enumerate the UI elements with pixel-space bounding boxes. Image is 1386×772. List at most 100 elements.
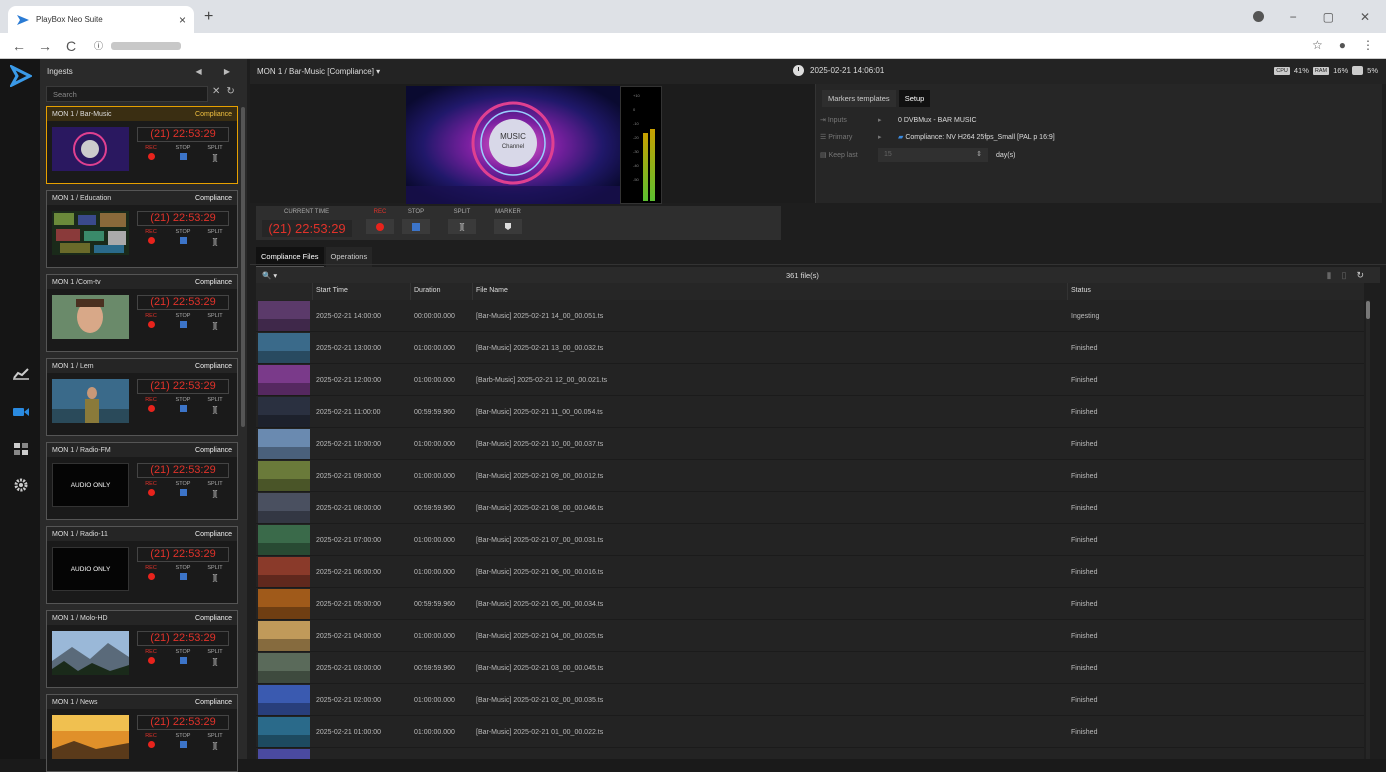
browser-tab[interactable]: PlayBox Neo Suite × [8,6,194,33]
ingest-card[interactable]: MON 1 / Lem Compliance (21) 22:53:29 REC … [46,358,238,436]
marker-button[interactable]: MARKER [492,209,524,234]
video-preview[interactable]: MUSIC Channel [406,86,620,204]
ingest-stop-button[interactable]: STOP [169,481,197,501]
profile-circle-icon[interactable] [1252,11,1264,22]
ingest-stop-button[interactable]: STOP [169,145,197,165]
ingest-thumbnail[interactable] [52,295,129,339]
col-start-time[interactable]: Start Time [316,287,348,294]
channel-title-dropdown[interactable]: MON 1 / Bar-Music [Compliance] ▾ [257,67,380,76]
ingests-nav-arrows[interactable]: ◀ ▶ [195,67,240,76]
ingest-rec-button[interactable]: REC [137,229,165,249]
ingest-card[interactable]: MON 1 / Radio-11 Compliance AUDIO ONLY (2… [46,526,238,604]
table-row[interactable]: 2025-02-21 02:00:00 01:00:00.000 [Bar-Mu… [256,684,1364,716]
ingest-thumbnail[interactable] [52,631,129,675]
refresh-icon[interactable]: ↻ [226,86,240,97]
ingest-split-button[interactable]: SPLIT][ [201,481,229,501]
refresh-files-icon[interactable]: ↻ [1356,270,1374,280]
account-icon[interactable]: ● [1339,38,1346,52]
files-scrollbar[interactable] [1366,300,1370,759]
table-row[interactable]: 2025-02-21 12:00:00 01:00:00.000 [Barb-M… [256,364,1364,396]
ingest-card[interactable]: MON 1 / Education Compliance (21) 22:53:2… [46,190,238,268]
ingest-stop-button[interactable]: STOP [169,565,197,585]
gear-icon[interactable] [12,478,30,492]
ingest-stop-button[interactable]: STOP [169,397,197,417]
scrollbar-thumb[interactable] [1366,301,1370,319]
ingest-stop-button[interactable]: STOP [169,733,197,753]
ingest-card[interactable]: MON 1 / Bar-Music Compliance (21) 22:53:2… [46,106,238,184]
filter-off-icon[interactable]: ✕ [212,86,226,97]
chart-icon[interactable] [12,366,30,380]
ingest-scrollbar[interactable] [241,107,245,427]
ingest-card[interactable]: MON 1 / News Compliance (21) 22:53:29 REC… [46,694,238,772]
primary-expand-icon[interactable]: ▸ [878,133,898,141]
split-button[interactable]: SPLIT][ [446,209,478,234]
search-dropdown-icon[interactable]: 🔍 ▾ [262,271,277,280]
ingest-card[interactable]: MON 1 /Com-tv Compliance (21) 22:53:29 RE… [46,274,238,352]
tab-markers-templates[interactable]: Markers templates [822,90,896,107]
ingest-rec-button[interactable]: REC [137,397,165,417]
inputs-expand-icon[interactable]: ▸ [878,116,898,124]
bookmark-star-icon[interactable]: ☆ [1312,38,1323,52]
table-row[interactable]: 2025-02-21 14:00:00 00:00:00.000 [Bar-Mu… [256,300,1364,332]
export-icon[interactable]: ▮ [1327,270,1342,280]
table-row[interactable]: 2025-02-21 11:00:00 00:59:59.960 [Bar-Mu… [256,396,1364,428]
ingest-split-button[interactable]: SPLIT][ [201,229,229,249]
ingest-thumbnail[interactable] [52,127,129,171]
table-row[interactable]: 2025-02-21 07:00:00 01:00:00.000 [Bar-Mu… [256,524,1364,556]
ingest-card[interactable]: MON 1 / Radio-FM Compliance AUDIO ONLY (2… [46,442,238,520]
ingest-stop-button[interactable]: STOP [169,229,197,249]
ingest-split-button[interactable]: SPLIT][ [201,397,229,417]
ingest-split-button[interactable]: SPLIT][ [201,649,229,669]
ingest-thumbnail[interactable] [52,715,129,759]
ingest-split-button[interactable]: SPLIT][ [201,313,229,333]
ingest-split-button[interactable]: SPLIT][ [201,565,229,585]
table-row[interactable]: 2025-02-21 13:00:00 01:00:00.000 [Bar-Mu… [256,332,1364,364]
ingest-rec-button[interactable]: REC [137,649,165,669]
back-icon[interactable]: ← [12,38,26,54]
table-row[interactable]: 2025-02-21 06:00:00 01:00:00.000 [Bar-Mu… [256,556,1364,588]
delete-icon[interactable]: ▯ [1342,270,1357,280]
tab-setup[interactable]: Setup [898,90,931,107]
table-row[interactable]: 2025-02-21 10:00:00 01:00:00.000 [Bar-Mu… [256,428,1364,460]
table-row[interactable]: 2025-02-21 09:00:00 01:00:00.000 [Bar-Mu… [256,460,1364,492]
ingest-rec-button[interactable]: REC [137,733,165,753]
layout-icon[interactable] [12,442,30,456]
rec-button[interactable]: REC [364,209,396,234]
keep-last-input[interactable]: 15 [878,148,988,162]
ingest-rec-button[interactable]: REC [137,145,165,165]
stop-button[interactable]: STOP [400,209,432,234]
ingest-thumbnail[interactable] [52,211,129,255]
ingest-split-button[interactable]: SPLIT][ [201,733,229,753]
table-row[interactable]: 2025-02-21 05:00:00 00:59:59.960 [Bar-Mu… [256,588,1364,620]
new-tab-button[interactable]: + [204,8,213,26]
ingest-rec-button[interactable]: REC [137,313,165,333]
playbox-logo-icon[interactable] [10,65,32,87]
camera-icon[interactable] [12,405,30,419]
minimize-button[interactable]: − [1290,10,1297,24]
close-window-button[interactable]: ✕ [1360,10,1370,24]
table-row[interactable]: 2025-02-21 04:00:00 01:00:00.000 [Bar-Mu… [256,620,1364,652]
ingest-card[interactable]: MON 1 / Molo-HD Compliance (21) 22:53:29 … [46,610,238,688]
col-duration[interactable]: Duration [414,287,440,294]
table-row[interactable]: 2025-02-21 03:00:00 00:59:59.960 [Bar-Mu… [256,652,1364,684]
close-tab-icon[interactable]: × [179,13,186,27]
col-status[interactable]: Status [1071,287,1091,294]
table-row[interactable]: 2025-02-21 08:00:00 00:59:59.960 [Bar-Mu… [256,492,1364,524]
info-icon[interactable]: ⓘ [94,39,103,52]
ingest-split-button[interactable]: SPLIT][ [201,145,229,165]
cell-file-name: [Bar-Music] 2025-02-21 09_00_00.012.ts [476,473,604,480]
ingest-search-input[interactable]: Search [46,86,208,102]
ingest-rec-button[interactable]: REC [137,481,165,501]
browser-menu-icon[interactable]: ⋮ [1362,38,1374,52]
restore-button[interactable]: ▢ [1323,10,1334,24]
ingest-stop-button[interactable]: STOP [169,649,197,669]
ingest-stop-button[interactable]: STOP [169,313,197,333]
ingest-thumbnail[interactable] [52,379,129,423]
reload-icon[interactable]: C [64,38,78,54]
url-field[interactable]: ⓘ [94,39,182,52]
ingest-rec-button[interactable]: REC [137,565,165,585]
forward-icon[interactable]: → [38,38,52,54]
col-file-name[interactable]: File Name [476,287,508,294]
table-row[interactable] [256,748,1364,759]
table-row[interactable]: 2025-02-21 01:00:00 01:00:00.000 [Bar-Mu… [256,716,1364,748]
